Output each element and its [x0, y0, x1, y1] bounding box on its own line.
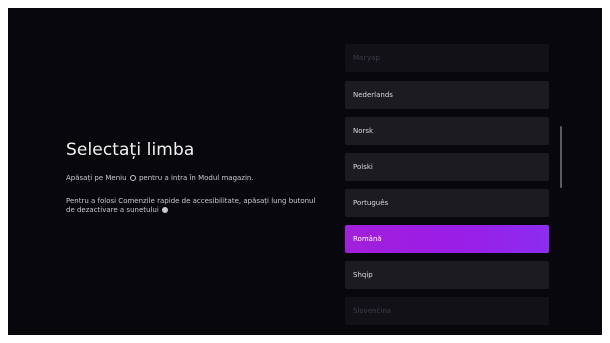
language-label: Polski [353, 163, 373, 171]
language-item[interactable]: Nederlands [345, 81, 549, 109]
hint-text: Pentru a folosi Comenzile rapide de acce… [66, 197, 316, 214]
menu-button-icon [129, 175, 136, 181]
hint-text: Apăsați pe Meniu [66, 174, 127, 182]
language-item[interactable]: Português [345, 189, 549, 217]
page-title: Selectați limba [66, 140, 195, 160]
language-list: Магуар Nederlands Norsk Polski Português… [345, 44, 549, 325]
accessibility-hint: Pentru a folosi Comenzile rapide de acce… [66, 197, 321, 215]
language-label: Магуар [353, 54, 380, 62]
language-label: Norsk [353, 127, 374, 135]
hint-text: pentru a intra în Modul magazin. [138, 174, 254, 182]
list-scrollbar[interactable] [560, 126, 562, 188]
language-label: Română [353, 235, 382, 243]
store-mode-hint: Apăsați pe Meniu pentru a intra în Modul… [66, 174, 321, 183]
language-label: Slovenčina [353, 307, 392, 315]
language-label: Shqip [353, 271, 373, 279]
language-label: Português [353, 199, 389, 207]
tv-screen: Selectați limba Apăsați pe Meniu pentru … [8, 8, 602, 335]
language-item[interactable]: Norsk [345, 117, 549, 145]
language-item[interactable]: Магуар [345, 44, 549, 72]
language-item-selected[interactable]: Română [345, 225, 549, 253]
language-item[interactable]: Polski [345, 153, 549, 181]
language-item[interactable]: Slovenčina [345, 297, 549, 325]
language-label: Nederlands [353, 91, 393, 99]
language-item[interactable]: Shqip [345, 261, 549, 289]
mute-button-icon [162, 207, 168, 213]
